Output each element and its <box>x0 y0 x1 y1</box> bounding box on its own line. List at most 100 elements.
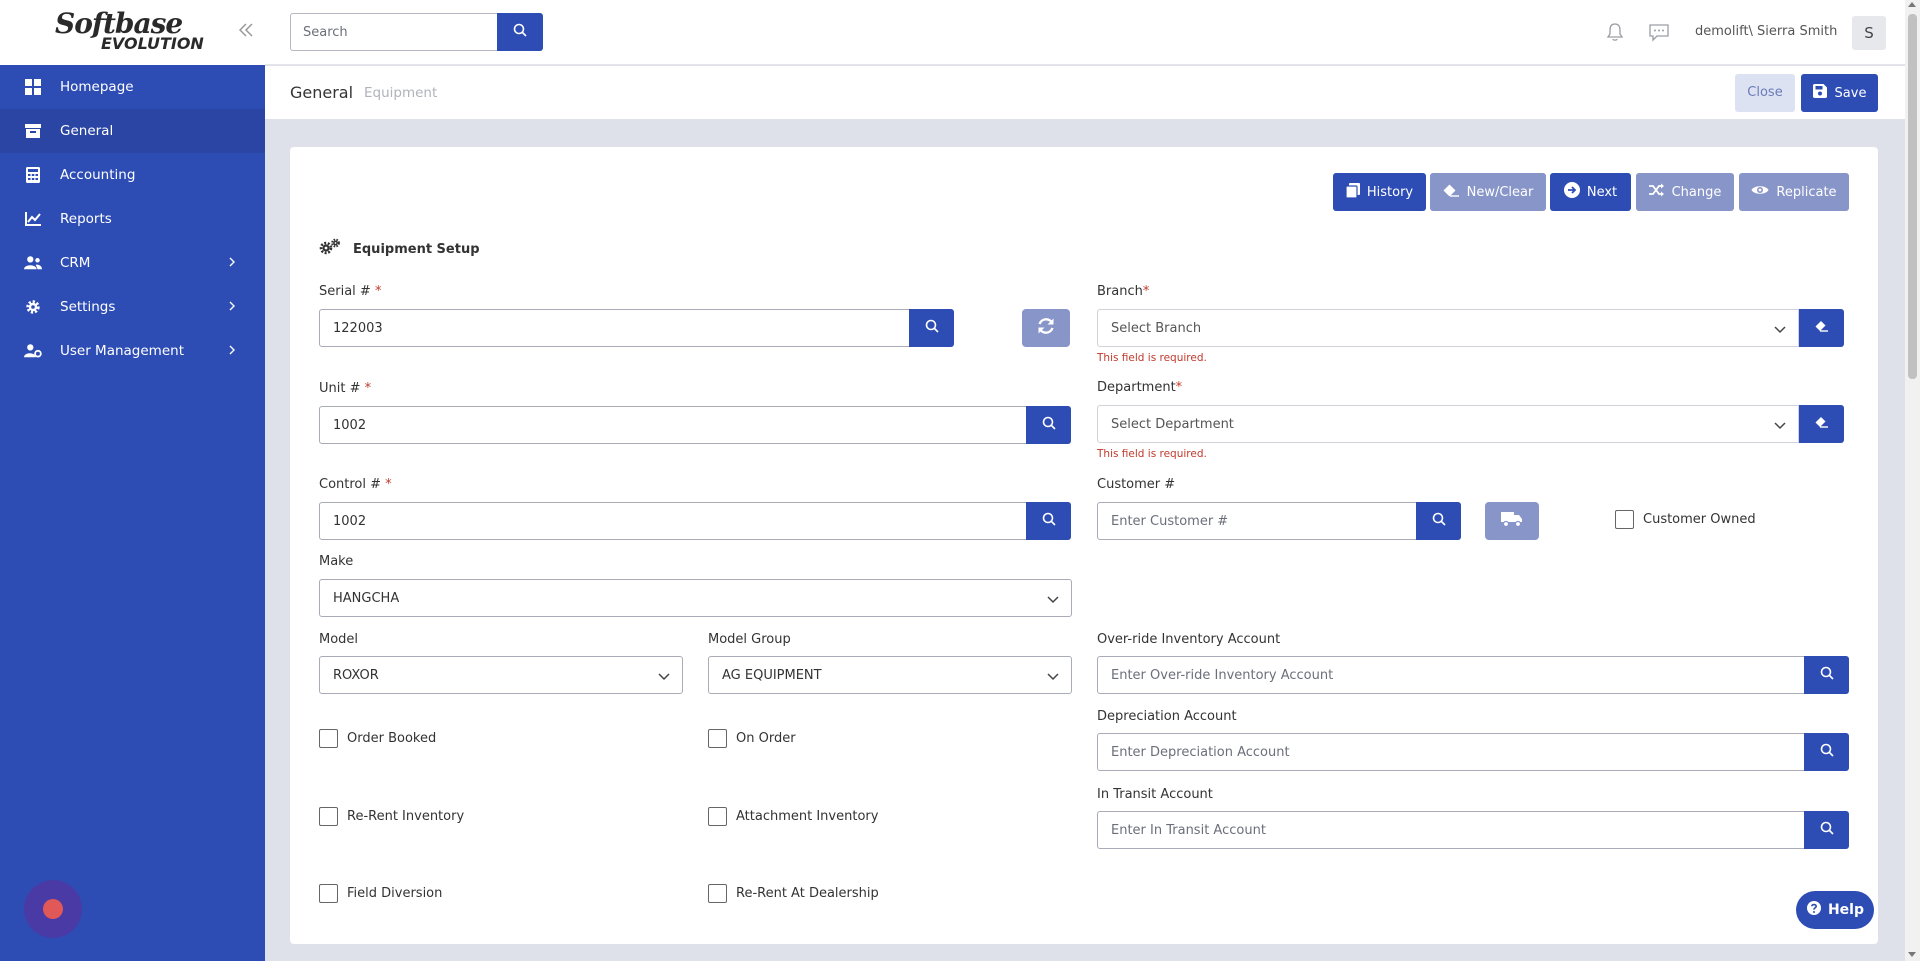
unit-label: Unit # * <box>319 381 372 396</box>
department-label: Department* <box>1097 380 1183 395</box>
save-button[interactable]: Save <box>1801 74 1878 112</box>
serial-search-button[interactable] <box>909 309 954 347</box>
section-title: Equipment Setup <box>319 238 480 260</box>
model-group-select[interactable]: AG EQUIPMENT <box>708 656 1072 694</box>
save-icon <box>1812 84 1827 102</box>
truck-button[interactable] <box>1485 502 1539 540</box>
gears-icon <box>319 238 341 260</box>
unit-search-button[interactable] <box>1026 406 1071 444</box>
customer-search-button[interactable] <box>1416 502 1461 540</box>
unit-input[interactable]: 1002 <box>319 406 1027 444</box>
search-icon <box>925 319 939 337</box>
control-search-button[interactable] <box>1026 502 1071 540</box>
model-select[interactable]: ROXOR <box>319 656 683 694</box>
eraser-icon <box>1815 320 1829 336</box>
close-button[interactable]: Close <box>1735 74 1795 112</box>
make-select[interactable]: HANGCHA <box>319 579 1072 617</box>
page-scrollbar[interactable] <box>1905 0 1920 961</box>
depreciation-search-button[interactable] <box>1804 733 1849 771</box>
top-bar: demolift\ Sierra Smith S <box>265 0 1905 65</box>
next-button[interactable]: Next <box>1550 173 1631 211</box>
checkbox-box[interactable] <box>708 884 727 903</box>
checkbox-box[interactable] <box>708 807 727 826</box>
sidebar-item-label: General <box>60 123 114 139</box>
history-button[interactable]: History <box>1333 173 1426 211</box>
override-inventory-search-button[interactable] <box>1804 656 1849 694</box>
customer-owned-checkbox[interactable]: Customer Owned <box>1615 510 1756 529</box>
override-inventory-input[interactable]: Enter Over-ride Inventory Account <box>1097 656 1805 694</box>
chat-icon[interactable] <box>1648 22 1670 44</box>
in-transit-input[interactable]: Enter In Transit Account <box>1097 811 1805 849</box>
sidebar-item-user-management[interactable]: User Management <box>0 329 265 373</box>
arrow-circle-right-icon <box>1563 182 1580 202</box>
checkbox-box[interactable] <box>319 729 338 748</box>
department-clear-button[interactable] <box>1799 405 1844 443</box>
new-clear-button[interactable]: New/Clear <box>1430 173 1546 211</box>
checkbox-box[interactable] <box>1615 510 1634 529</box>
checkbox-box[interactable] <box>708 729 727 748</box>
eraser-icon <box>1815 416 1829 432</box>
sidebar-item-accounting[interactable]: Accounting <box>0 153 265 197</box>
branch-select[interactable]: Select Branch <box>1097 309 1799 347</box>
checkbox-label: On Order <box>736 731 796 746</box>
sidebar-item-homepage[interactable]: Homepage <box>0 65 265 109</box>
bell-icon[interactable] <box>1605 22 1627 44</box>
search-input[interactable] <box>290 13 498 51</box>
scroll-up-icon[interactable] <box>1908 2 1916 7</box>
serial-label: Serial # * <box>319 284 382 299</box>
scroll-thumb[interactable] <box>1908 14 1917 379</box>
users-icon <box>24 254 42 272</box>
avatar[interactable]: S <box>1852 16 1886 50</box>
checkbox-label: Re-Rent At Dealership <box>736 886 879 901</box>
override-inventory-label: Over-ride Inventory Account <box>1097 632 1281 647</box>
attachment-inventory-checkbox[interactable]: Attachment Inventory <box>708 807 878 826</box>
sidebar-item-general[interactable]: General <box>0 109 265 153</box>
sidebar-item-settings[interactable]: Settings <box>0 285 265 329</box>
depreciation-input[interactable]: Enter Depreciation Account <box>1097 733 1805 771</box>
customer-input[interactable]: Enter Customer # <box>1097 502 1417 540</box>
in-transit-label: In Transit Account <box>1097 787 1213 802</box>
checkbox-box[interactable] <box>319 884 338 903</box>
recorder-fab[interactable] <box>24 880 82 938</box>
model-label: Model <box>319 632 359 647</box>
sidebar: Softbase EVOLUTION Homepage General Acco… <box>0 0 265 961</box>
field-diversion-checkbox[interactable]: Field Diversion <box>319 884 442 903</box>
refresh-button[interactable] <box>1022 309 1070 347</box>
truck-icon <box>1501 511 1523 531</box>
chevron-right-icon <box>225 299 239 313</box>
in-transit-search-button[interactable] <box>1804 811 1849 849</box>
change-button[interactable]: Change <box>1636 173 1734 211</box>
history-button-label: History <box>1366 184 1414 200</box>
chevron-right-icon <box>225 343 239 357</box>
order-booked-checkbox[interactable]: Order Booked <box>319 729 436 748</box>
brand-logo[interactable]: Softbase EVOLUTION <box>55 10 204 52</box>
replicate-button[interactable]: Replicate <box>1739 173 1849 211</box>
search-icon <box>1820 666 1834 684</box>
page-subtitle: Equipment <box>364 85 438 101</box>
search-button[interactable] <box>497 13 543 51</box>
sidebar-item-crm[interactable]: CRM <box>0 241 265 285</box>
equipment-card: History New/Clear Next Change Replicate … <box>290 147 1878 944</box>
user-name[interactable]: demolift\ Sierra Smith <box>1695 24 1837 39</box>
sidebar-item-reports[interactable]: Reports <box>0 197 265 241</box>
on-order-checkbox[interactable]: On Order <box>708 729 796 748</box>
rerent-dealership-checkbox[interactable]: Re-Rent At Dealership <box>708 884 879 903</box>
make-label: Make <box>319 554 354 569</box>
serial-input[interactable]: 122003 <box>319 309 910 347</box>
model-group-select-value: AG EQUIPMENT <box>722 667 822 683</box>
branch-clear-button[interactable] <box>1799 309 1844 347</box>
logo-area: Softbase EVOLUTION <box>0 0 265 65</box>
refresh-icon <box>1036 316 1056 340</box>
brand-logo-line2: EVOLUTION <box>101 34 204 53</box>
department-error: This field is required. <box>1097 448 1207 460</box>
scroll-down-icon[interactable] <box>1908 952 1916 957</box>
sidebar-item-label: CRM <box>60 255 91 271</box>
rerent-inventory-checkbox[interactable]: Re-Rent Inventory <box>319 807 464 826</box>
control-input[interactable]: 1002 <box>319 502 1027 540</box>
chevron-down-icon <box>1047 593 1059 605</box>
collapse-sidebar-icon[interactable] <box>236 22 256 42</box>
model-select-value: ROXOR <box>333 667 379 683</box>
help-button[interactable]: Help <box>1796 891 1874 929</box>
department-select[interactable]: Select Department <box>1097 405 1799 443</box>
checkbox-box[interactable] <box>319 807 338 826</box>
